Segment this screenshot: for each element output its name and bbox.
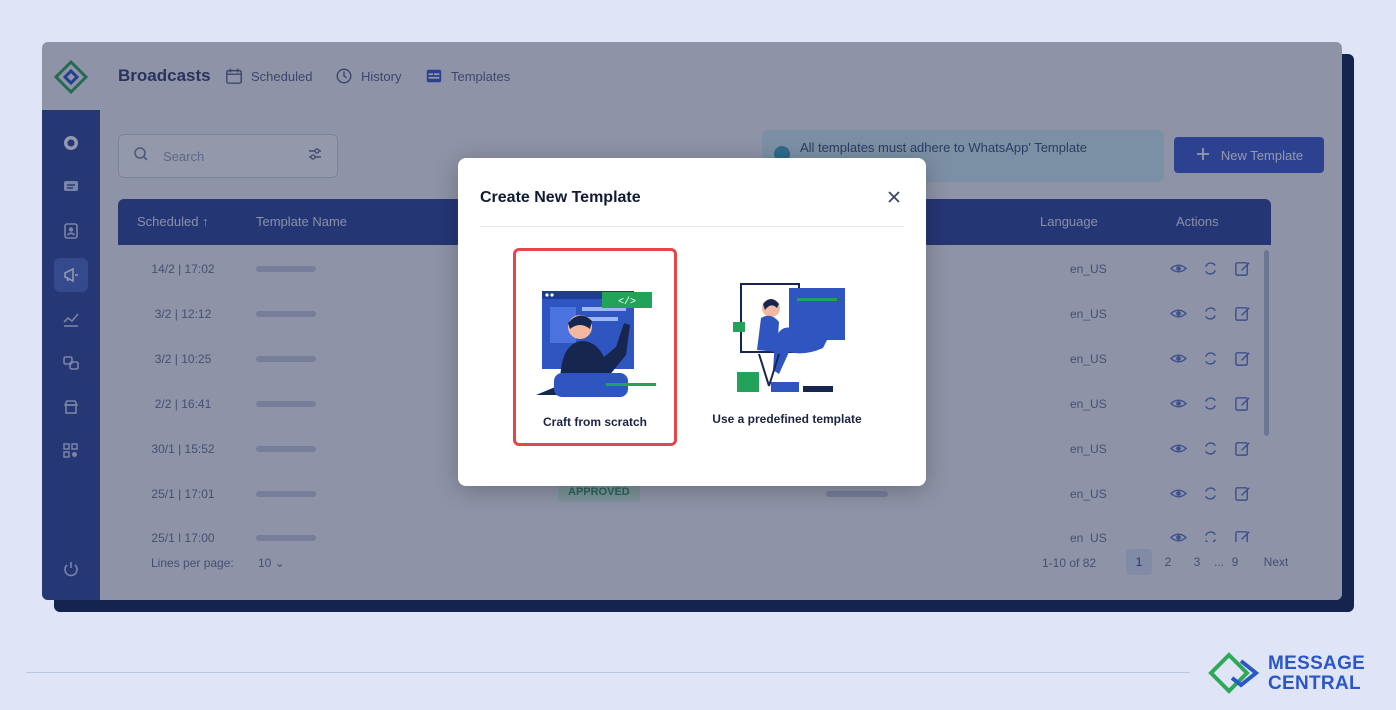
message-central-logo — [1208, 652, 1262, 694]
brand-line-1: MESSAGE — [1268, 653, 1366, 674]
brand-wordmark: MESSAGE CENTRAL — [1268, 654, 1365, 694]
predefined-template-label: Use a predefined template — [712, 412, 862, 426]
dialog-divider — [480, 226, 904, 227]
brand-line-2: CENTRAL — [1268, 673, 1361, 694]
developer-illustration: </> — [530, 277, 666, 405]
footer-divider — [26, 672, 1190, 673]
svg-text:</>: </> — [618, 296, 636, 308]
craft-from-scratch-option[interactable]: </> Craft from scratch — [513, 248, 677, 446]
create-template-dialog: Create New Template </> Craft from scrat… — [458, 158, 926, 486]
dialog-title: Create New Template — [480, 189, 641, 206]
relaxed-user-illustration — [719, 274, 855, 402]
close-icon[interactable] — [884, 187, 904, 207]
craft-from-scratch-label: Craft from scratch — [542, 415, 648, 429]
predefined-template-option[interactable]: Use a predefined template — [705, 248, 869, 446]
